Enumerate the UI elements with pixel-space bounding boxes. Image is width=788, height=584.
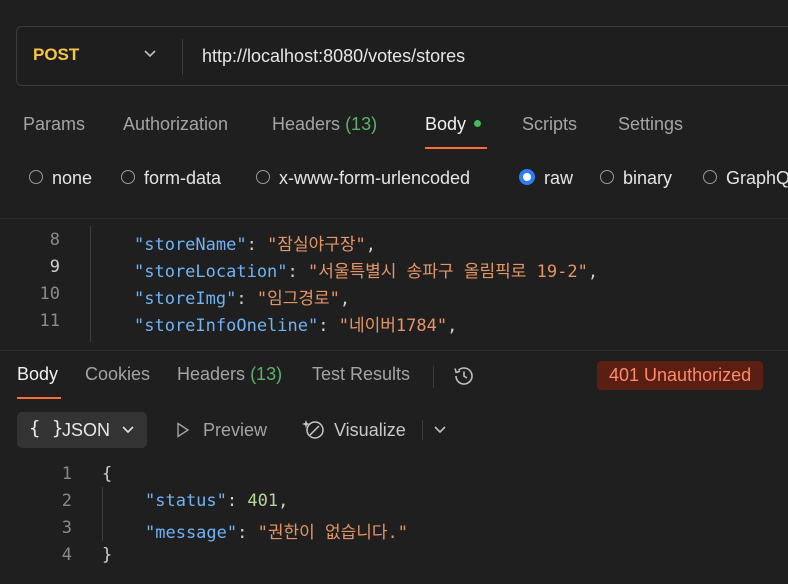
tab-headers[interactable]: Headers (13) xyxy=(272,114,377,135)
request-body-editor[interactable]: 8 "storeName": "잠실야구장", 9 "storeLocation… xyxy=(0,226,788,342)
radio-graphql[interactable]: GraphQL xyxy=(703,168,788,189)
tab-label: Authorization xyxy=(123,114,229,134)
format-label: JSON xyxy=(62,420,111,440)
response-tab-test-results[interactable]: Test Results xyxy=(312,364,410,385)
radio-icon xyxy=(121,170,135,185)
chevron-down-icon[interactable] xyxy=(143,47,157,61)
line-number: 9 xyxy=(49,257,60,277)
visualize-button[interactable]: Visualize xyxy=(302,420,406,441)
line-number: 3 xyxy=(61,518,72,538)
headers-count: (13) xyxy=(345,114,378,134)
history-icon[interactable] xyxy=(452,364,476,388)
radio-label: x-www-form-urlencoded xyxy=(279,168,471,188)
toolbar-divider xyxy=(422,420,423,440)
radio-icon xyxy=(256,170,270,185)
body-type-options: none form-data x-www-form-urlencoded raw… xyxy=(29,168,788,192)
radio-label: raw xyxy=(544,168,574,188)
json-value: "권한이 없습니다." xyxy=(257,523,409,543)
headers-count: (13) xyxy=(250,364,283,384)
json-value: "잠실야구장" xyxy=(267,235,366,255)
tab-label: Body xyxy=(17,364,59,384)
line-number: 8 xyxy=(49,230,60,250)
response-view-bar: { } JSON Preview Visualize xyxy=(17,412,788,448)
editor-divider xyxy=(0,218,788,219)
code-line: "status": 401, xyxy=(145,491,289,511)
tab-label: Headers xyxy=(177,364,246,384)
visualize-label: Visualize xyxy=(334,420,406,440)
tab-label: Cookies xyxy=(85,364,151,384)
tab-label: Settings xyxy=(618,114,684,134)
line-number: 1 xyxy=(61,464,72,484)
indent-guide xyxy=(90,226,91,342)
tab-label: Test Results xyxy=(312,364,411,384)
line-number: 4 xyxy=(61,545,72,565)
json-value: "서울특별시 송파구 올림픽로 19-2" xyxy=(308,262,588,282)
code-line: "storeInfoOneline": "네이버1784", xyxy=(134,316,458,336)
indent-guide xyxy=(102,487,103,541)
tab-label: Params xyxy=(23,114,86,134)
url-input[interactable]: http://localhost:8080/votes/stores xyxy=(202,46,465,67)
chevron-down-icon xyxy=(122,426,134,434)
radio-binary[interactable]: binary xyxy=(600,168,672,189)
code-line: "message": "권한이 없습니다." xyxy=(145,523,409,543)
request-tabs: Params Authorization Headers (13) Body S… xyxy=(23,114,788,154)
tab-settings[interactable]: Settings xyxy=(618,114,683,135)
request-url-bar: POST http://localhost:8080/votes/stores xyxy=(16,26,788,86)
code-line: "storeLocation": "서울특별시 송파구 올림픽로 19-2", xyxy=(134,262,599,282)
response-tab-cookies[interactable]: Cookies xyxy=(85,364,150,385)
line-number: 2 xyxy=(61,491,72,511)
braces-icon: { } xyxy=(29,417,64,439)
tab-body[interactable]: Body xyxy=(425,114,482,135)
json-open-brace: { xyxy=(102,464,113,484)
tab-scripts[interactable]: Scripts xyxy=(522,114,577,135)
tab-authorization[interactable]: Authorization xyxy=(123,114,228,135)
active-tab-indicator xyxy=(425,147,487,149)
json-key: "storeLocation" xyxy=(134,262,288,282)
radio-label: GraphQL xyxy=(726,168,788,188)
radio-raw[interactable]: raw xyxy=(519,168,573,189)
json-key: "storeImg" xyxy=(134,289,237,309)
tab-label: Scripts xyxy=(522,114,578,134)
pane-separator[interactable] xyxy=(0,350,788,351)
tab-params[interactable]: Params xyxy=(23,114,85,135)
http-method-select[interactable]: POST xyxy=(33,45,79,65)
radio-icon xyxy=(703,170,717,185)
json-key: "status" xyxy=(145,491,227,511)
radio-icon xyxy=(600,170,614,185)
json-key: "message" xyxy=(145,523,238,543)
line-number: 10 xyxy=(39,284,60,304)
json-key: "storeName" xyxy=(134,235,247,255)
radio-label: form-data xyxy=(144,168,222,188)
radio-checked-icon xyxy=(519,169,535,186)
json-key: "storeInfoOneline" xyxy=(134,316,319,336)
radio-form-data[interactable]: form-data xyxy=(121,168,221,189)
response-tab-body[interactable]: Body xyxy=(17,364,58,385)
response-tabs: Body Cookies Headers (13) Test Results 4… xyxy=(17,361,788,404)
response-body-viewer[interactable]: 1 { 2 "status": 401, 3 "message": "권한이 없… xyxy=(0,460,788,580)
url-divider xyxy=(182,39,183,75)
json-value: 401 xyxy=(247,491,279,511)
radio-label: none xyxy=(52,168,93,188)
chevron-down-icon[interactable] xyxy=(433,423,447,437)
tab-label: Headers xyxy=(272,114,341,134)
format-select-button[interactable]: { } JSON xyxy=(17,412,147,448)
radio-icon xyxy=(29,170,43,185)
code-line: "storeImg": "임그경로", xyxy=(134,289,351,309)
tab-label: Body xyxy=(425,114,467,134)
json-value: "네이버1784" xyxy=(338,316,448,336)
json-close-brace: } xyxy=(102,545,113,565)
tab-divider xyxy=(433,366,434,388)
active-tab-indicator xyxy=(17,397,61,399)
json-value: "임그경로" xyxy=(256,289,340,309)
radio-x-www-form-urlencoded[interactable]: x-www-form-urlencoded xyxy=(256,168,470,189)
radio-label: binary xyxy=(623,168,673,188)
status-badge[interactable]: 401 Unauthorized xyxy=(597,361,764,390)
response-tab-headers[interactable]: Headers (13) xyxy=(177,364,282,385)
line-number: 11 xyxy=(39,311,60,331)
preview-label: Preview xyxy=(203,420,268,440)
preview-button[interactable]: Preview xyxy=(175,420,267,441)
modified-dot-icon xyxy=(474,119,482,127)
code-line: "storeName": "잠실야구장", xyxy=(134,235,376,255)
radio-none[interactable]: none xyxy=(29,168,92,189)
